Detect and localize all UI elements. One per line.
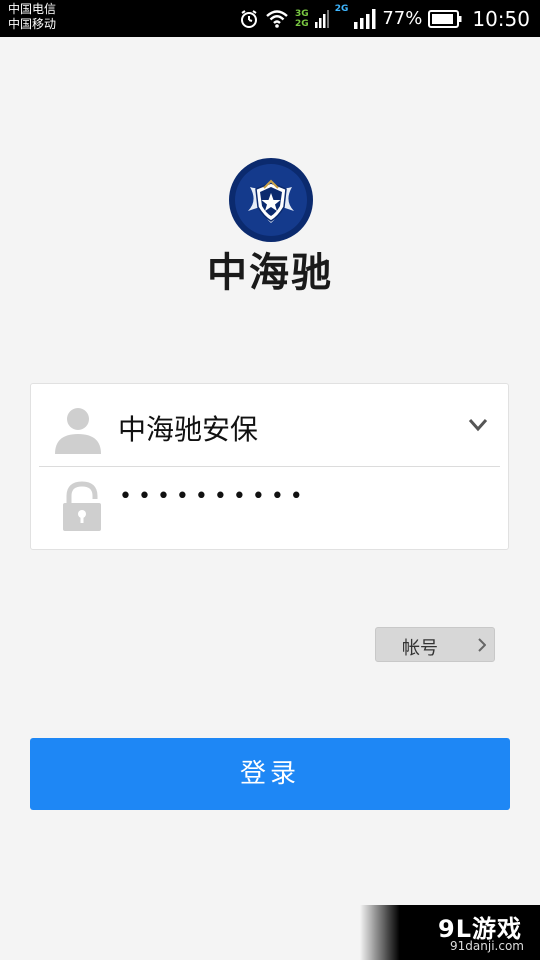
network-2g-label-2: 2G [334,4,349,14]
login-form-card: 中海驰安保 •••••••••• [30,383,509,550]
password-field[interactable]: •••••••••• [119,484,309,509]
carrier-1: 中国电信 [8,2,57,16]
network-type-labels: 3G 2G [295,9,309,29]
battery-icon [428,9,462,28]
network-2g-label: 2G [295,18,309,29]
app-title: 中海驰 [207,250,333,296]
chevron-down-icon[interactable] [468,418,488,432]
username-row[interactable]: 中海驰安保 [31,384,508,466]
status-bar: 中国电信 中国移动 3G 2G 2G 77% 10:50 [0,0,540,37]
account-button-label: 帐号 [402,638,438,659]
chevron-right-icon [478,638,486,652]
username-field[interactable]: 中海驰安保 [118,408,258,448]
status-icons: 3G 2G 2G 77% 10:50 [239,0,530,37]
account-button[interactable]: 帐号 [375,627,495,662]
watermark: 9L游戏 91danji.com [360,905,540,960]
signal-icon [314,9,329,28]
wifi-icon [266,9,288,28]
login-button[interactable]: 登录 [30,738,510,810]
user-icon [55,408,101,454]
watermark-url: 91danji.com [450,939,524,953]
alarm-icon [241,9,258,28]
app-logo [228,157,314,243]
signal-icon-2 [354,8,376,29]
battery-percent: 77% [382,8,423,29]
lock-icon [63,481,101,531]
clock: 10:50 [472,6,530,31]
shield-star-logo-icon [229,158,313,242]
carrier-2: 中国移动 [8,17,57,31]
carrier-info: 中国电信 中国移动 [8,2,56,32]
network-3g-label: 3G [295,8,309,19]
